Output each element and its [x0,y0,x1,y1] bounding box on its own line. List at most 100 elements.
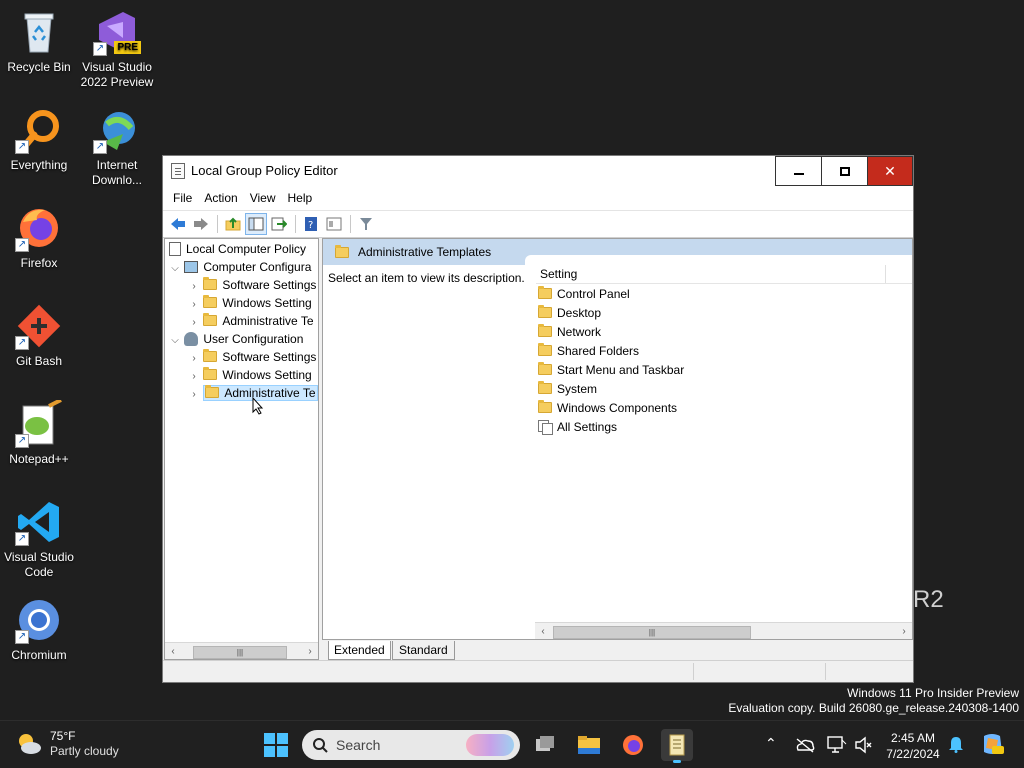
everything-search-icon: ↗ [15,106,63,154]
desktop-icon-git-bash[interactable]: ↗ Git Bash [1,302,77,369]
computer-icon [184,261,199,273]
shortcut-arrow-icon: ↗ [15,434,29,448]
menu-view[interactable]: View [244,191,282,205]
list-item-start-menu-and-taskbar[interactable]: Start Menu and Taskbar [538,361,684,380]
tree-item-uc-software-settings[interactable]: › Software Settings [188,348,316,366]
list-item-desktop[interactable]: Desktop [538,304,601,323]
tree-item-cc-administrative-templates[interactable]: › Administrative Te [188,312,314,330]
scroll-right-icon[interactable]: › [302,646,318,657]
list-item-system[interactable]: System [538,380,597,399]
desktop-icon-everything[interactable]: ↗ Everything [1,106,77,173]
taskbar-firefox[interactable] [617,729,649,761]
tab-standard[interactable]: Standard [392,641,455,660]
desktop-icon-firefox[interactable]: ↗ Firefox [1,204,77,271]
desktop-icon-notepad-plus-plus[interactable]: ↗ Notepad++ [1,398,77,467]
close-button[interactable]: ✕ [867,156,913,186]
scroll-left-icon[interactable]: ‹ [165,646,181,657]
tree-item-local-computer-policy[interactable]: Local Computer Policy [169,240,306,258]
show-hidden-icons-chevron-icon[interactable]: ⌃ [765,735,777,752]
evaluation-line-1: Windows 11 Pro Insider Preview [847,686,1019,700]
tree-item-computer-configuration[interactable]: ⌵ Computer Configura [169,258,311,276]
file-explorer-icon [578,736,600,754]
all-settings-icon [538,420,553,435]
folder-icon [203,367,218,380]
description-text: Select an item to view its description. [328,271,525,285]
scroll-thumb[interactable]: ||| [553,625,751,639]
export-list-button[interactable] [268,213,290,235]
column-setting[interactable]: Setting [540,267,577,281]
details-pane[interactable]: Administrative Templates Select an item … [322,238,913,640]
list-item-network[interactable]: Network [538,323,601,342]
desktop-icon-chromium[interactable]: ↗ Chromium [1,596,77,663]
copilot-icon[interactable] [980,732,1006,756]
notification-bell-icon[interactable] [948,735,964,753]
collapse-chevron-icon[interactable]: ⌵ [169,260,181,278]
menu-help[interactable]: Help [282,191,319,205]
tree-item-cc-software-settings[interactable]: › Software Settings [188,276,316,294]
visual-studio-icon: PRE ↗ [93,8,141,56]
tree-item-cc-windows-settings[interactable]: › Windows Setting [188,294,312,312]
desktop-icon-visual-studio-2022-preview[interactable]: PRE ↗ Visual Studio 2022 Preview [79,8,155,90]
list-column-header[interactable]: Setting [536,265,912,284]
help-button[interactable]: ? [300,213,322,235]
column-divider[interactable] [885,265,886,283]
list-item-all-settings[interactable]: All Settings [538,418,617,437]
title-bar[interactable]: Local Group Policy Editor ✕ [163,156,913,186]
network-display-icon[interactable] [827,736,847,754]
filter-button[interactable] [355,213,377,235]
weather-widget[interactable]: 75°F Partly cloudy [16,729,119,759]
up-one-level-button[interactable] [222,213,244,235]
list-item-shared-folders[interactable]: Shared Folders [538,342,639,361]
scroll-right-icon[interactable]: › [896,626,912,637]
scroll-track[interactable]: ||| [181,645,302,659]
list-item-windows-components[interactable]: Windows Components [538,399,677,418]
menu-bar: File Action View Help [163,186,913,210]
scroll-thumb[interactable]: ||| [193,645,287,659]
group-policy-editor-window[interactable]: Local Group Policy Editor ✕ File Action … [162,155,914,683]
maximize-button[interactable] [821,156,867,186]
taskbar-group-policy-editor[interactable] [661,729,693,763]
taskbar-file-explorer[interactable] [573,729,605,761]
toolbar-separator [350,215,351,233]
desktop-icon-internet-download-manager[interactable]: ↗ Internet Downlo... [79,106,155,188]
user-icon [184,332,199,346]
view-tabs: Extended Standard [322,640,913,660]
tree-item-uc-windows-settings[interactable]: › Windows Setting [188,366,312,384]
onedrive-offline-icon[interactable] [795,737,815,753]
back-button[interactable] [167,213,189,235]
task-view-icon [536,736,554,751]
collapse-chevron-icon[interactable]: ⌵ [169,332,181,350]
show-hide-console-tree-button[interactable] [245,213,267,235]
folder-icon [205,385,220,398]
forward-button[interactable] [190,213,212,235]
menu-action[interactable]: Action [198,191,243,205]
taskbar-clock[interactable]: 2:45 AM 7/22/2024 [878,730,948,762]
status-bar [163,660,913,682]
minimize-icon [793,173,804,175]
desktop-icon-visual-studio-code[interactable]: ↗ Visual Studio Code [1,498,77,580]
console-tree[interactable]: Local Computer Policy ⌵ Computer Configu… [164,238,319,660]
taskbar-task-view[interactable] [529,729,561,761]
tree-horizontal-scrollbar[interactable]: ‹ ||| › [165,642,318,659]
shortcut-arrow-icon: ↗ [15,630,29,644]
taskbar-search[interactable]: Search [302,730,520,760]
folder-icon [203,313,218,326]
expand-chevron-icon[interactable]: › [188,386,200,404]
back-arrow-icon [171,218,185,230]
tree-item-user-configuration[interactable]: ⌵ User Configuration [169,330,303,348]
scroll-left-icon[interactable]: ‹ [535,626,551,637]
tab-extended[interactable]: Extended [328,641,391,660]
properties-button[interactable] [323,213,345,235]
maximize-icon [839,166,850,176]
start-button[interactable] [264,733,288,757]
desktop-icon-recycle-bin[interactable]: Recycle Bin [1,8,77,75]
volume-muted-icon[interactable] [854,736,872,754]
scroll-track[interactable]: ||| [551,625,896,639]
menu-file[interactable]: File [167,191,198,205]
minimize-button[interactable] [775,156,821,186]
toolbar-separator [217,215,218,233]
details-horizontal-scrollbar[interactable]: ‹ ||| › [535,622,912,639]
list-item-control-panel[interactable]: Control Panel [538,285,630,304]
search-icon [313,738,328,753]
desktop-icon-label: Git Bash [15,354,63,368]
